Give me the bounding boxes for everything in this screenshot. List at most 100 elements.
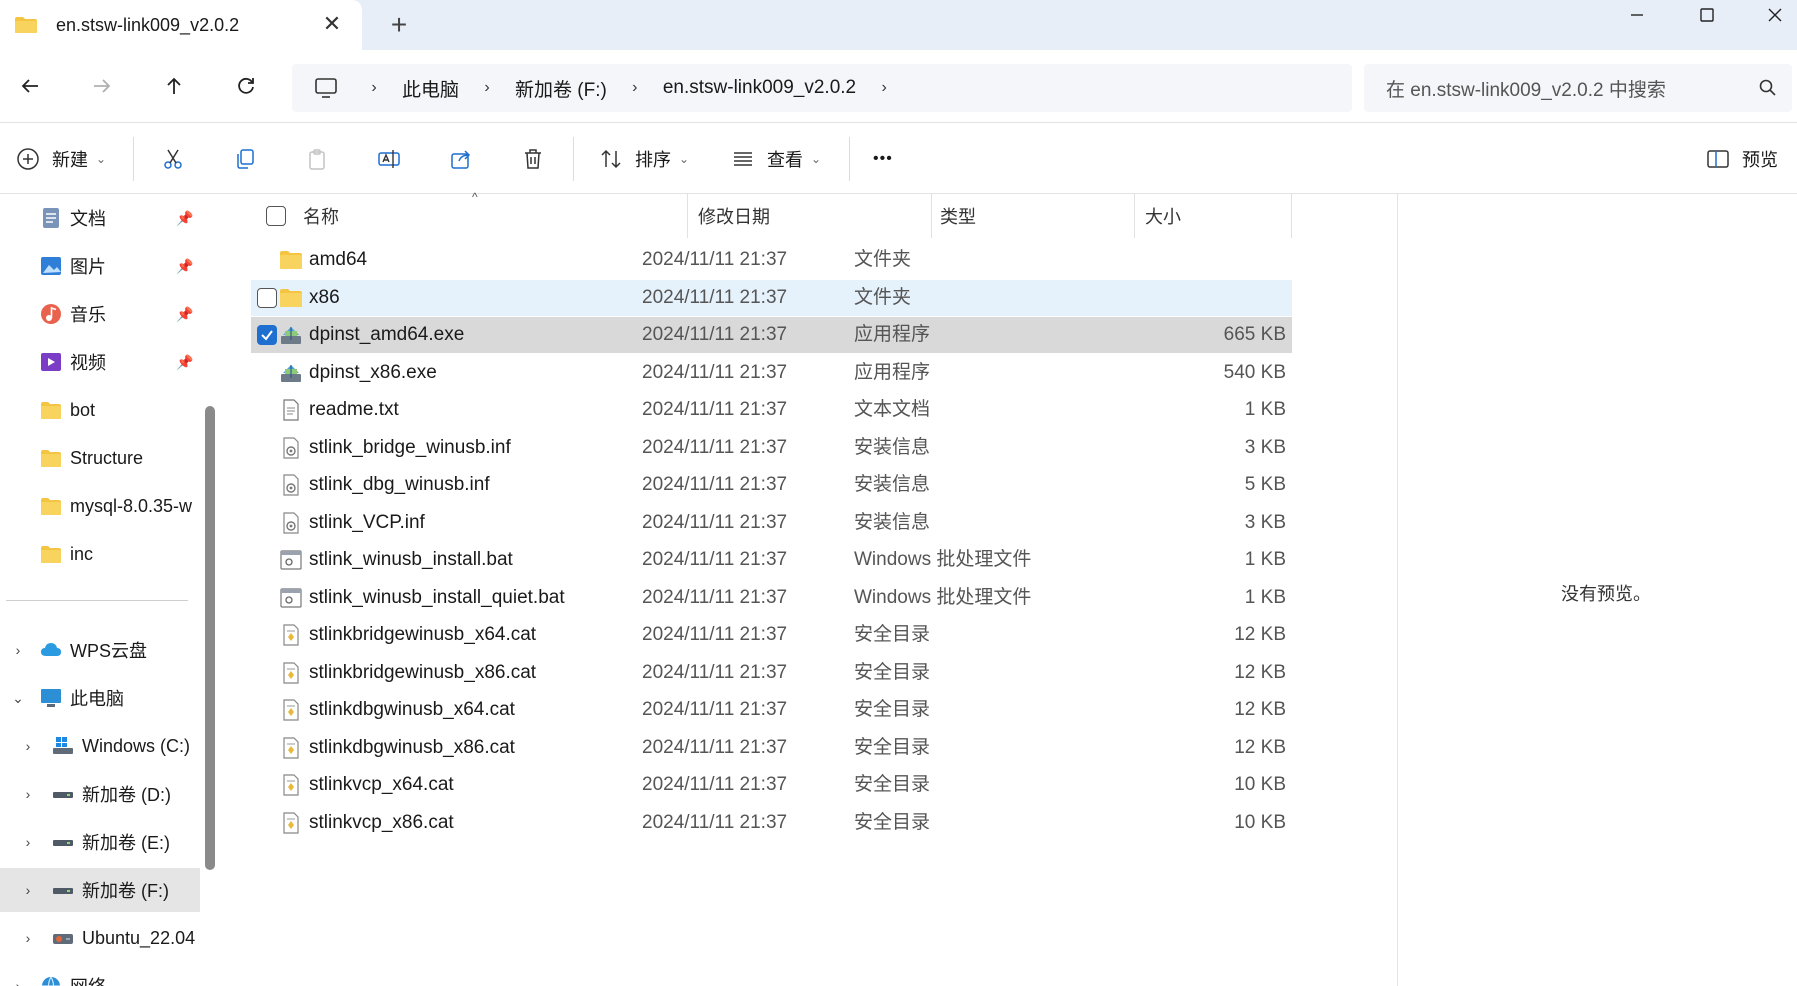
sort-button[interactable]: 排序 ⌄ [599,141,689,177]
folder-icon [41,546,61,563]
forward-arrow-icon [94,79,111,93]
file-row[interactable]: stlinkbridgewinusb_x86.cat 2024/11/11 21:… [251,655,1292,691]
sidebar-item-drive-c[interactable]: › Windows (C:) [0,724,200,768]
sidebar-item-structure[interactable]: Structure [0,436,200,480]
file-size: 12 KB [1234,624,1286,645]
sidebar-item-drive-e[interactable]: › 新加卷 (E:) [0,820,200,864]
delete-button[interactable] [521,141,545,177]
new-button[interactable]: 新建 ⌄ [16,141,106,177]
chevron-right-icon[interactable]: › [20,882,36,898]
preview-pane-icon [1707,150,1729,168]
preview-pane-button[interactable]: 预览 [1706,141,1778,177]
sidebar-item-wps-cloud[interactable]: › WPS云盘 [0,628,200,672]
file-row[interactable]: x86 2024/11/11 21:37 文件夹 [251,279,1292,316]
column-header-date[interactable]: 修改日期 [698,194,770,238]
breadcrumb-drive-f[interactable]: 新加卷 (F:) [501,75,621,102]
pin-icon: 📌 [176,257,194,274]
file-row[interactable]: stlink_winusb_install.bat 2024/11/11 21:3… [251,542,1292,578]
file-row[interactable]: stlink_dbg_winusb.inf 2024/11/11 21:37 安装信… [251,467,1292,503]
file-size: 10 KB [1234,774,1286,795]
add-circle-icon [17,148,39,170]
chevron-right-icon[interactable]: › [20,834,36,850]
chevron-right-icon[interactable]: › [10,642,26,658]
sidebar-item-inc[interactable]: inc [0,532,200,576]
chevron-right-icon[interactable]: › [20,786,36,802]
column-divider[interactable] [931,194,932,238]
sidebar-item-mysql[interactable]: mysql-8.0.35-w [0,484,200,528]
column-header-size[interactable]: 大小 [1145,194,1181,238]
file-row[interactable]: stlinkvcp_x64.cat 2024/11/11 21:37 安全目录 10 … [251,767,1292,803]
file-row[interactable]: stlinkdbgwinusb_x64.cat 2024/11/11 21:37 安… [251,692,1292,728]
file-date: 2024/11/11 21:37 [642,249,788,270]
address-bar[interactable]: › 此电脑 › 新加卷 (F:) › en.stsw-link009_v2.0.… [292,64,1352,112]
column-divider[interactable] [1291,194,1292,238]
sidebar-item-this-pc[interactable]: ⌄ 此电脑 [0,676,200,720]
share-button[interactable] [449,141,473,177]
pin-icon: 📌 [176,305,194,322]
sidebar-item-music[interactable]: 音乐 📌 [0,292,200,336]
sidebar-item-videos[interactable]: 视频 📌 [0,340,200,384]
up-button[interactable] [156,68,192,104]
sidebar-item-network[interactable]: › 网络 [0,964,200,986]
rename-button[interactable] [377,141,401,177]
row-checkbox[interactable] [257,325,277,345]
file-row[interactable]: stlinkbridgewinusb_x64.cat 2024/11/11 21:… [251,617,1292,653]
chevron-right-icon[interactable]: › [621,79,649,97]
file-size: 10 KB [1234,811,1286,833]
file-row[interactable]: stlink_VCP.inf 2024/11/11 21:37 安装信息 3 KB [251,505,1292,541]
row-checkbox[interactable] [257,287,277,308]
sort-label: 排序 [635,150,671,170]
chevron-right-icon[interactable]: › [360,79,388,97]
close-window-button[interactable] [1752,0,1797,30]
chevron-right-icon[interactable]: › [20,930,36,946]
chevron-down-icon[interactable]: ⌄ [10,690,26,707]
this-pc-icon [315,78,337,98]
column-divider[interactable] [687,194,688,238]
breadcrumb-current-folder[interactable]: en.stsw-link009_v2.0.2 [649,77,870,99]
file-row[interactable]: amd64 2024/11/11 21:37 文件夹 [251,242,1292,278]
chevron-right-icon[interactable]: › [870,79,898,97]
minimize-button[interactable] [1612,0,1662,30]
copy-button[interactable] [233,141,257,177]
chevron-right-icon[interactable]: › [473,79,501,97]
maximize-button[interactable] [1682,0,1732,30]
sidebar-item-ubuntu[interactable]: › Ubuntu_22.04 [0,916,200,960]
file-size: 1 KB [1244,586,1286,608]
sidebar-scrollbar[interactable] [205,406,215,870]
breadcrumb-this-pc[interactable]: 此电脑 [388,75,473,102]
column-divider[interactable] [1134,194,1135,238]
sort-icon [601,149,621,169]
forward-button[interactable] [84,68,120,104]
file-row[interactable]: dpinst_x86.exe 2024/11/11 21:37 应用程序 540 KB [251,355,1292,391]
file-row[interactable]: stlinkvcp_x86.cat 2024/11/11 21:37 安全目录 10 … [251,805,1292,841]
file-row[interactable]: readme.txt 2024/11/11 21:37 文本文档 1 KB [251,392,1292,428]
search-input[interactable]: 在 en.stsw-link009_v2.0.2 中搜索 [1364,64,1792,112]
more-options-button[interactable]: ••• [873,141,893,177]
sidebar-item-bot[interactable]: bot [0,388,200,432]
sidebar-item-drive-f[interactable]: › 新加卷 (F:) [0,868,200,912]
paste-button[interactable] [305,141,329,177]
file-row[interactable]: stlink_winusb_install_quiet.bat 2024/11/1… [251,580,1292,616]
chevron-right-icon[interactable]: › [20,738,36,754]
refresh-button[interactable] [228,68,264,104]
file-row[interactable]: dpinst_amd64.exe 2024/11/11 21:37 应用程序 665 … [251,317,1292,353]
tab-close-icon[interactable]: ✕ [320,12,344,36]
title-bar: en.stsw-link009_v2.0.2 ✕ + [0,0,1797,50]
sidebar-item-drive-d[interactable]: › 新加卷 (D:) [0,772,200,816]
select-all-checkbox[interactable] [266,206,286,226]
scissors-icon [164,149,182,169]
file-row[interactable]: stlink_bridge_winusb.inf 2024/11/11 21:37… [251,430,1292,466]
column-header-name[interactable]: 名称 [303,194,339,238]
cut-button[interactable] [161,141,185,177]
back-button[interactable] [12,68,48,104]
file-row[interactable]: stlinkdbgwinusb_x86.cat 2024/11/11 21:37 安… [251,730,1292,766]
sidebar-item-documents[interactable]: 文档 📌 [0,196,200,240]
tab-active[interactable]: en.stsw-link009_v2.0.2 ✕ [0,0,362,50]
view-button[interactable]: 查看 ⌄ [731,141,821,177]
chevron-right-icon[interactable]: › [10,978,26,986]
file-date: 2024/11/11 21:37 [642,324,788,345]
column-header-type[interactable]: 类型 [940,194,976,238]
new-tab-button[interactable]: + [384,10,414,40]
sidebar-item-pictures[interactable]: 图片 📌 [0,244,200,288]
file-size: 1 KB [1244,549,1286,570]
